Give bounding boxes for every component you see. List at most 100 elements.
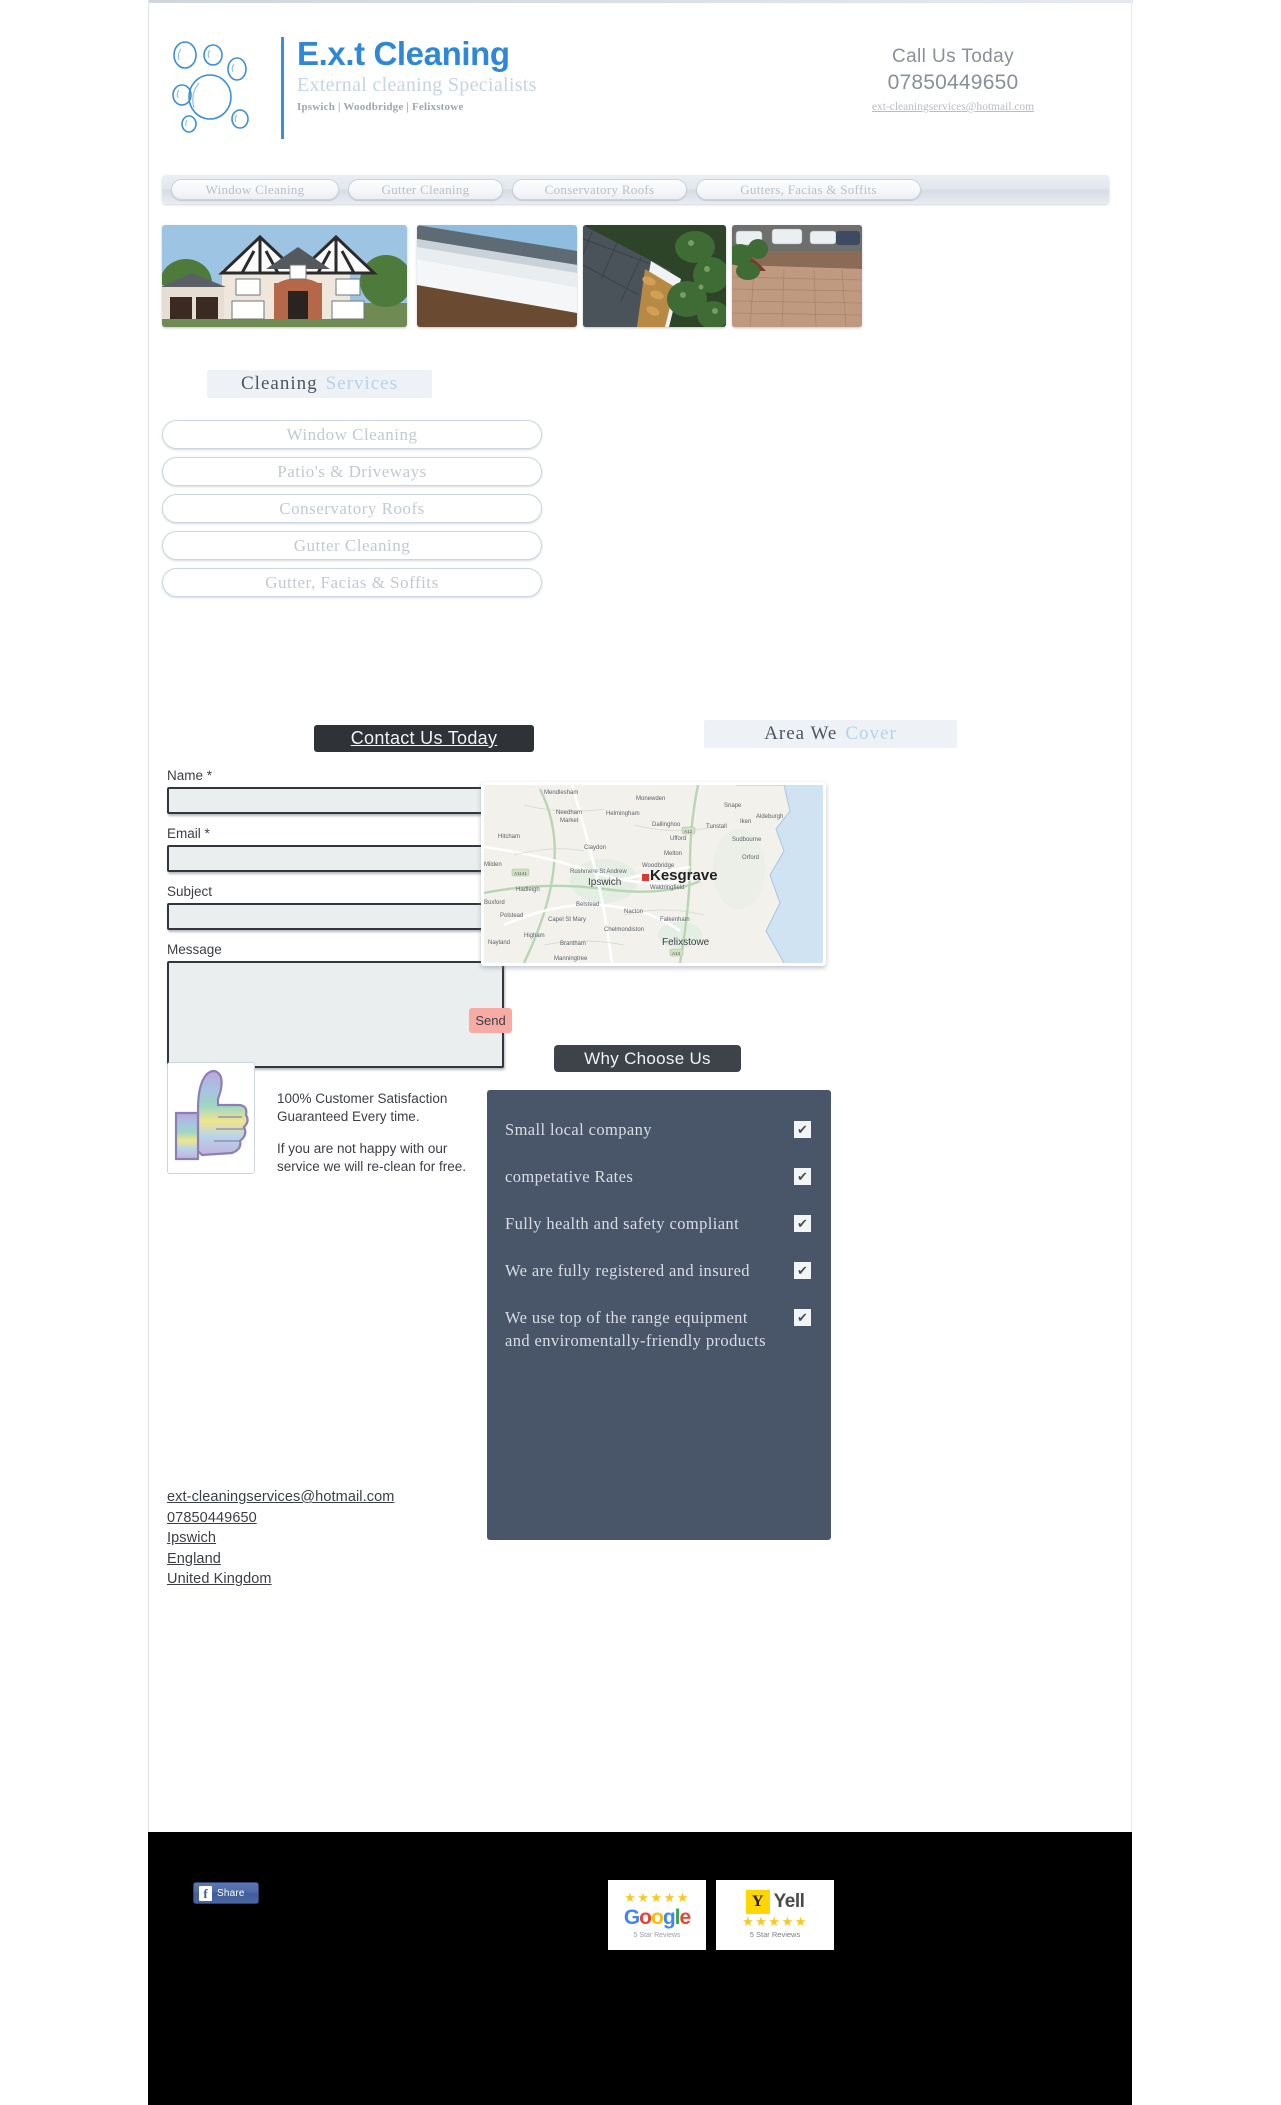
- call-us-block: Call Us Today 07850449650 ext-cleaningse…: [788, 44, 1118, 116]
- google-reviews-label: 5 Star Reviews: [633, 1931, 681, 1939]
- svg-text:Waldringfield: Waldringfield: [650, 885, 684, 891]
- why-choose-us-heading-text: Why Choose Us: [584, 1048, 711, 1068]
- why-item-label: We use top of the range equipment and en…: [505, 1308, 766, 1350]
- area-heading-dark: Area We: [764, 723, 838, 744]
- contact-us-heading: Contact Us Today: [314, 725, 534, 752]
- why-item-label: Small local company: [505, 1120, 652, 1139]
- svg-text:Rushmere St Andrew: Rushmere St Andrew: [570, 869, 627, 875]
- yell-wordmark: Yell: [773, 1891, 805, 1912]
- yell-reviews-label: 5 Star Reviews: [749, 1930, 801, 1939]
- svg-text:Market: Market: [560, 818, 579, 824]
- service-button-gutter-cleaning[interactable]: Gutter Cleaning: [162, 531, 542, 560]
- footer-link-city[interactable]: Ipswich: [167, 1528, 497, 1549]
- service-button-patios-driveways[interactable]: Patio's & Driveways: [162, 457, 542, 486]
- nav-item-gutters-facias-soffits[interactable]: Gutters, Facias & Soffits: [696, 179, 921, 200]
- nav-item-window-cleaning[interactable]: Window Cleaning: [171, 179, 339, 200]
- nav-item-gutter-cleaning[interactable]: Gutter Cleaning: [348, 179, 503, 200]
- svg-text:Ufford: Ufford: [670, 836, 686, 842]
- svg-text:Sudbourne: Sudbourne: [732, 837, 762, 843]
- footer-link-country[interactable]: England: [167, 1549, 497, 1570]
- service-button-conservatory-roofs[interactable]: Conservatory Roofs: [162, 494, 542, 523]
- call-us-phone[interactable]: 07850449650: [788, 69, 1118, 96]
- nav-item-conservatory-roofs[interactable]: Conservatory Roofs: [512, 179, 687, 200]
- svg-text:A1141: A1141: [514, 871, 527, 876]
- yell-stars-icon: ★★★★★: [742, 1914, 808, 1929]
- svg-text:Higham: Higham: [524, 933, 545, 939]
- logo-title: E.x.t Cleaning: [297, 35, 510, 72]
- cleaning-services-heading: Cleaning Services: [207, 370, 432, 398]
- photo-leaf-filled-gutter: [583, 225, 726, 327]
- area-we-cover-heading: Area We Cover: [704, 720, 957, 748]
- photo-tudor-house: [162, 225, 407, 327]
- why-choose-us-panel: Small local company ✔ competative Rates …: [487, 1090, 831, 1540]
- google-letter-g: G: [623, 1905, 640, 1929]
- svg-text:Chelmondiston: Chelmondiston: [604, 927, 644, 933]
- svg-text:A12: A12: [684, 829, 693, 834]
- svg-text:Belstead: Belstead: [576, 902, 599, 908]
- svg-text:Helmingham: Helmingham: [606, 811, 640, 817]
- check-icon: ✔: [794, 1262, 811, 1279]
- svg-text:Ipswich: Ipswich: [588, 877, 621, 888]
- google-letter-g2: g: [662, 1905, 676, 1929]
- why-item-competative-rates: competative Rates ✔: [505, 1165, 811, 1188]
- check-icon: ✔: [794, 1168, 811, 1185]
- site-logo[interactable]: E.x.t Cleaning External cleaning Special…: [169, 34, 599, 144]
- why-item-label: competative Rates: [505, 1167, 634, 1186]
- footer-link-email[interactable]: ext-cleaningservices@hotmail.com: [167, 1487, 497, 1508]
- svg-text:Nacton: Nacton: [624, 909, 643, 915]
- name-input[interactable]: [167, 787, 504, 814]
- yell-mark-icon: Y: [745, 1890, 770, 1914]
- svg-text:Claydon: Claydon: [584, 845, 606, 851]
- facebook-share-button[interactable]: f Share: [193, 1882, 259, 1904]
- svg-text:A14: A14: [672, 951, 681, 956]
- google-reviews-badge[interactable]: ★★★★★ Google 5 Star Reviews: [608, 1880, 706, 1950]
- svg-text:Hitcham: Hitcham: [498, 834, 520, 840]
- footer-link-phone[interactable]: 07850449650: [167, 1508, 497, 1529]
- email-input[interactable]: [167, 845, 504, 872]
- svg-text:Needham: Needham: [556, 810, 582, 816]
- call-us-title: Call Us Today: [891, 46, 1015, 67]
- why-item-label: Fully health and safety compliant: [505, 1214, 740, 1233]
- svg-text:Felixstowe: Felixstowe: [662, 937, 710, 948]
- google-letter-o2: o: [650, 1905, 664, 1929]
- why-item-registered-and-insured: We are fully registered and insured ✔: [505, 1259, 811, 1282]
- svg-text:Tunstall: Tunstall: [706, 824, 727, 830]
- main-navigation: Window Cleaning Gutter Cleaning Conserva…: [162, 175, 1109, 204]
- check-icon: ✔: [794, 1309, 811, 1326]
- footer-address: ext-cleaningservices@hotmail.com 0785044…: [167, 1487, 497, 1590]
- why-item-top-of-range-equipment: We use top of the range equipment and en…: [505, 1306, 811, 1352]
- map-marker-dot: [642, 874, 649, 881]
- map-marker-label: Kesgrave: [650, 867, 718, 884]
- google-letter-e: e: [679, 1905, 691, 1929]
- services-heading-dark: Cleaning: [241, 373, 318, 394]
- service-button-window-cleaning[interactable]: Window Cleaning: [162, 420, 542, 449]
- svg-text:Monewden: Monewden: [636, 796, 665, 802]
- svg-text:Snape: Snape: [724, 803, 742, 809]
- why-item-label: We are fully registered and insured: [505, 1261, 750, 1280]
- logo-places: Ipswich | Woodbridge | Felixstowe: [297, 101, 464, 113]
- message-textarea[interactable]: [167, 961, 504, 1068]
- google-letter-o1: o: [639, 1905, 652, 1929]
- yell-reviews-badge[interactable]: Y Yell ★★★★★ 5 Star Reviews: [716, 1880, 834, 1950]
- coverage-map[interactable]: Mendlesham Monewden Snape Needham Market …: [481, 782, 826, 966]
- facebook-icon: f: [199, 1885, 212, 1901]
- why-item-health-and-safety: Fully health and safety compliant ✔: [505, 1212, 811, 1235]
- svg-text:Capel St Mary: Capel St Mary: [548, 917, 586, 923]
- svg-text:Melton: Melton: [664, 851, 682, 857]
- page-root: E.x.t Cleaning External cleaning Special…: [0, 0, 1281, 2105]
- contact-us-heading-text: Contact Us Today: [350, 728, 498, 748]
- bubbles-icon: [169, 39, 274, 139]
- send-button[interactable]: Send: [469, 1008, 512, 1033]
- site-header: E.x.t Cleaning External cleaning Special…: [149, 12, 1133, 162]
- svg-text:Aldeburgh: Aldeburgh: [756, 814, 783, 820]
- svg-text:Manningtree: Manningtree: [554, 956, 588, 962]
- svg-text:Boxford: Boxford: [484, 900, 505, 906]
- header-email-link[interactable]: ext-cleaningservices@hotmail.com: [872, 98, 1034, 116]
- subject-input[interactable]: [167, 903, 504, 930]
- column-top-rule: [149, 0, 1133, 3]
- service-button-gutter-facias-soffits[interactable]: Gutter, Facias & Soffits: [162, 568, 542, 597]
- logo-divider: [281, 37, 284, 139]
- logo-subtitle: External cleaning Specialists: [297, 74, 537, 96]
- footer-link-region[interactable]: United Kingdom: [167, 1569, 497, 1590]
- google-logo: Google: [623, 1905, 691, 1931]
